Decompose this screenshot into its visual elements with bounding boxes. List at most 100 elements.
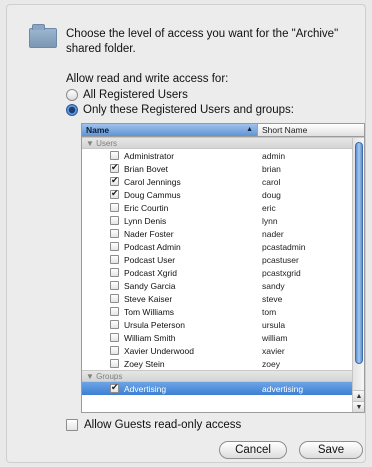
table-row[interactable]: Nader Foster nader — [82, 227, 364, 240]
allow-access-label: Allow read and write access for: — [66, 73, 229, 85]
row-name-label: Nader Foster — [124, 228, 174, 239]
group-header-groups[interactable]: ▼ Groups — [82, 370, 364, 382]
cell-name: Administrator — [82, 151, 258, 161]
cell-short-name: william — [262, 332, 288, 343]
row-name-label: Podcast Xgrid — [124, 267, 177, 278]
scroll-arrows: ▲ ▼ — [353, 390, 364, 412]
guest-access-checkbox[interactable] — [66, 419, 78, 431]
access-checkbox[interactable] — [110, 188, 119, 199]
cell-name: William Smith — [82, 333, 258, 343]
guest-access-option[interactable]: Allow Guests read-only access — [66, 419, 241, 431]
radio-only-these-control[interactable] — [66, 104, 78, 116]
cell-name: Sandy Garcia — [82, 281, 258, 291]
access-checkbox[interactable] — [110, 281, 119, 290]
access-checkbox[interactable] — [110, 151, 119, 160]
cell-name: Podcast Admin — [82, 242, 258, 252]
table-header: Name ▲ Short Name — [82, 124, 364, 137]
group-header-users[interactable]: ▼ Users — [82, 137, 364, 149]
cell-short-name: eric — [262, 202, 276, 213]
row-name-label: Zoey Stein — [124, 358, 165, 369]
row-name-label: Brian Bovet — [124, 163, 168, 174]
cell-name: Doug Cammus — [82, 188, 258, 200]
cell-short-name: admin — [262, 150, 286, 161]
cell-short-name: advertising — [262, 383, 304, 394]
table-row[interactable]: Xavier Underwood xavier — [82, 344, 364, 357]
sort-ascending-icon: ▲ — [246, 126, 253, 133]
cell-short-name: nader — [262, 228, 284, 239]
table-row[interactable]: Eric Courtin eric — [82, 201, 364, 214]
cell-short-name: pcastxgrid — [262, 267, 301, 278]
access-checkbox[interactable] — [110, 382, 119, 393]
row-name-label: Administrator — [124, 150, 175, 161]
row-name-label: Doug Cammus — [124, 189, 181, 200]
row-name-label: Carol Jennings — [124, 176, 181, 187]
scroll-down-arrow-icon[interactable]: ▼ — [353, 401, 364, 412]
cell-name: Xavier Underwood — [82, 346, 258, 356]
cell-name: Eric Courtin — [82, 203, 258, 213]
access-checkbox[interactable] — [110, 255, 119, 264]
radio-all-users-control[interactable] — [66, 89, 78, 101]
vertical-scrollbar[interactable]: ▲ ▼ — [352, 138, 364, 412]
sharing-dialog: Choose the level of access you want for … — [6, 4, 366, 463]
row-name-label: Lynn Denis — [124, 215, 167, 226]
scrollbar-thumb[interactable] — [355, 142, 363, 364]
cell-short-name: xavier — [262, 345, 285, 356]
cell-short-name: steve — [262, 293, 283, 304]
access-checkbox[interactable] — [110, 320, 119, 329]
access-checkbox[interactable] — [110, 162, 119, 173]
table-row[interactable]: Zoey Stein zoey — [82, 357, 364, 370]
column-header-name[interactable]: Name ▲ — [82, 124, 258, 136]
cell-short-name: sandy — [262, 280, 285, 291]
access-checkbox[interactable] — [110, 216, 119, 225]
table-row[interactable]: Brian Bovet brian — [82, 162, 364, 175]
access-checkbox[interactable] — [110, 294, 119, 303]
row-name-label: Ursula Peterson — [124, 319, 185, 330]
scroll-up-arrow-icon[interactable]: ▲ — [353, 390, 364, 401]
row-name-label: William Smith — [124, 332, 176, 343]
table-body: ▼ Users Administrator admin Brian Bovet bri… — [82, 137, 364, 395]
dialog-description: Choose the level of access you want for … — [66, 28, 339, 55]
table-row[interactable]: Doug Cammus doug — [82, 188, 364, 201]
folder-icon — [29, 24, 57, 48]
table-row[interactable]: Lynn Denis lynn — [82, 214, 364, 227]
cell-name: Podcast User — [82, 255, 258, 265]
column-header-name-label: Name — [86, 125, 110, 135]
radio-all-users[interactable]: All Registered Users — [66, 89, 188, 101]
access-checkbox[interactable] — [110, 359, 119, 368]
cell-short-name: lynn — [262, 215, 278, 226]
table-row[interactable]: Carol Jennings carol — [82, 175, 364, 188]
table-row[interactable]: Podcast Admin pcastadmin — [82, 240, 364, 253]
cell-name: Carol Jennings — [82, 175, 258, 187]
table-row[interactable]: Administrator admin — [82, 149, 364, 162]
table-row[interactable]: Advertising advertising — [82, 382, 364, 395]
access-checkbox[interactable] — [110, 333, 119, 342]
users-table[interactable]: Name ▲ Short Name ▼ Users Administrator a… — [81, 123, 365, 413]
cell-name: Steve Kaiser — [82, 294, 258, 304]
table-row[interactable]: Ursula Peterson ursula — [82, 318, 364, 331]
access-checkbox[interactable] — [110, 242, 119, 251]
access-checkbox[interactable] — [110, 307, 119, 316]
table-row[interactable]: Sandy Garcia sandy — [82, 279, 364, 292]
access-checkbox[interactable] — [110, 268, 119, 277]
row-name-label: Advertising — [124, 383, 167, 394]
table-row[interactable]: Podcast Xgrid pcastxgrid — [82, 266, 364, 279]
table-row[interactable]: Steve Kaiser steve — [82, 292, 364, 305]
column-header-short-name[interactable]: Short Name — [258, 124, 364, 136]
radio-only-these[interactable]: Only these Registered Users and groups: — [66, 104, 294, 116]
cell-short-name: doug — [262, 189, 281, 200]
row-name-label: Podcast User — [124, 254, 176, 265]
save-button[interactable]: Save — [299, 441, 363, 459]
cell-name: Podcast Xgrid — [82, 268, 258, 278]
access-checkbox[interactable] — [110, 346, 119, 355]
table-row[interactable]: Podcast User pcastuser — [82, 253, 364, 266]
table-row[interactable]: Tom Williams tom — [82, 305, 364, 318]
access-checkbox[interactable] — [110, 175, 119, 186]
cell-name: Lynn Denis — [82, 216, 258, 226]
table-row[interactable]: William Smith william — [82, 331, 364, 344]
cell-short-name: brian — [262, 163, 281, 174]
cell-name: Zoey Stein — [82, 359, 258, 369]
row-name-label: Sandy Garcia — [124, 280, 176, 291]
access-checkbox[interactable] — [110, 229, 119, 238]
cancel-button[interactable]: Cancel — [219, 441, 287, 459]
access-checkbox[interactable] — [110, 203, 119, 212]
